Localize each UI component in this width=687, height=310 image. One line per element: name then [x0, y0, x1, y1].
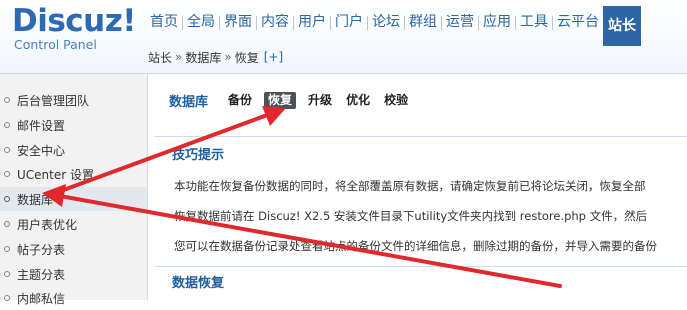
- sidebar-item-label: 数据库: [17, 192, 54, 207]
- nav-separator: [182, 15, 183, 30]
- section-divider: [155, 266, 687, 267]
- tip-item: 恢复数据前请在 Discuz! X2.5 安装文件目录下utility文件夹内找…: [174, 208, 687, 224]
- sidebar-item-admin-team[interactable]: 后台管理团队: [0, 88, 147, 112]
- restore-section-title: 数据恢复: [172, 276, 225, 291]
- top-nav: 首页 全局 界面 内容 用户 门户 论坛 群组 运营 应用 工具 云平台 站长: [148, 6, 641, 46]
- nav-item-content[interactable]: 内容: [259, 6, 291, 39]
- add-to-favorites-link[interactable]: [+]: [264, 50, 283, 64]
- tab-upgrade[interactable]: 升级: [306, 92, 334, 109]
- breadcrumb-item-database[interactable]: 数据库: [185, 49, 221, 66]
- main-content: 数据库 备份 恢复 升级 优化 校验 技巧提示 本功能在恢复备份数据的同时，将全…: [148, 74, 687, 300]
- nav-separator: [219, 15, 220, 30]
- nav-separator: [515, 15, 516, 30]
- sidebar-item-label: UCenter 设置: [17, 167, 94, 182]
- sidebar-item-thread-split[interactable]: 主题分表: [0, 262, 147, 286]
- database-tabs: 数据库 备份 恢复 升级 优化 校验: [148, 88, 420, 112]
- nav-separator: [330, 15, 331, 30]
- bullet-icon: [4, 122, 10, 128]
- bullet-icon: [4, 171, 10, 177]
- breadcrumb-separator: »: [175, 50, 183, 64]
- nav-separator: [367, 15, 368, 30]
- nav-item-interface[interactable]: 界面: [222, 6, 254, 39]
- bullet-icon: [4, 196, 10, 202]
- sidebar-item-label: 内邮私信: [17, 291, 66, 306]
- nav-separator: [441, 15, 442, 30]
- sidebar-item-label: 后台管理团队: [17, 93, 90, 108]
- sidebar-item-label: 主题分表: [17, 267, 66, 282]
- nav-item-users[interactable]: 用户: [296, 6, 328, 39]
- breadcrumb-item-restore: 恢复: [234, 50, 259, 65]
- sidebar-item-ucenter-settings[interactable]: UCenter 设置: [0, 162, 147, 186]
- sidebar-item-post-split[interactable]: 帖子分表: [0, 237, 147, 261]
- nav-item-portal[interactable]: 门户: [333, 6, 365, 39]
- sidebar-item-security-center[interactable]: 安全中心: [0, 138, 147, 162]
- sidebar-item-private-messages[interactable]: 内邮私信: [0, 286, 147, 310]
- bullet-icon: [4, 97, 10, 103]
- sidebar-item-mail-settings[interactable]: 邮件设置: [0, 113, 147, 137]
- nav-separator: [293, 15, 294, 30]
- bullet-icon: [4, 295, 10, 301]
- sidebar-item-label: 邮件设置: [17, 118, 66, 133]
- sidebar-item-database[interactable]: 数据库: [0, 187, 147, 211]
- sidebar-item-user-table-optimize[interactable]: 用户表优化: [0, 212, 147, 236]
- tab-backup[interactable]: 备份: [226, 92, 254, 109]
- nav-separator: [256, 15, 257, 30]
- nav-separator: [478, 15, 479, 30]
- sidebar: 后台管理团队 邮件设置 安全中心 UCenter 设置 数据库 用户表优化 帖子…: [0, 74, 148, 306]
- nav-separator: [404, 15, 405, 30]
- page-title: 数据库: [169, 94, 209, 110]
- logo-title: Discuz!: [12, 3, 136, 39]
- tip-text: 本功能在恢复备份数据的同时，将全部覆盖原有数据，请确定恢复前已将论坛关闭，恢复全…: [174, 179, 646, 193]
- breadcrumb-separator: »: [224, 50, 232, 64]
- nav-item-home[interactable]: 首页: [148, 6, 180, 39]
- nav-item-apps[interactable]: 应用: [481, 6, 513, 39]
- tab-restore[interactable]: 恢复: [264, 91, 297, 109]
- bullet-icon: [4, 221, 10, 227]
- bullet-icon: [4, 147, 10, 153]
- tip-text: 您可以在数据备份记录处查看站点的备份文件的详细信息，删除过期的备份，并导入需要的…: [174, 239, 657, 253]
- nav-item-cloud[interactable]: 云平台: [555, 6, 601, 39]
- logo-subtitle: Control Panel: [14, 37, 97, 52]
- nav-item-operations[interactable]: 运营: [444, 6, 476, 39]
- tip-item: 您可以在数据备份记录处查看站点的备份文件的详细信息，删除过期的备份，并导入需要的…: [174, 238, 687, 254]
- nav-item-groups[interactable]: 群组: [407, 6, 439, 39]
- nav-item-webmaster[interactable]: 站长: [603, 6, 641, 46]
- nav-separator: [552, 15, 553, 30]
- nav-item-forum[interactable]: 论坛: [370, 6, 402, 39]
- sidebar-item-label: 用户表优化: [17, 217, 78, 232]
- nav-item-global[interactable]: 全局: [185, 6, 217, 39]
- sidebar-item-label: 安全中心: [17, 143, 66, 158]
- nav-item-tools[interactable]: 工具: [518, 6, 550, 39]
- tip-text: 恢复数据前请在 Discuz! X2.5 安装文件目录下utility文件夹内找…: [174, 209, 648, 223]
- tip-item: 本功能在恢复备份数据的同时，将全部覆盖原有数据，请确定恢复前已将论坛关闭，恢复全…: [174, 178, 687, 194]
- sidebar-item-label: 帖子分表: [17, 242, 66, 257]
- breadcrumb: 站长 » 数据库 » 恢复 [+]: [148, 41, 687, 73]
- discuz-logo[interactable]: Discuz! Control Panel: [12, 3, 136, 52]
- tab-optimize[interactable]: 优化: [344, 92, 372, 109]
- tips-title: 技巧提示: [172, 148, 225, 163]
- bullet-icon: [4, 246, 10, 252]
- tab-check[interactable]: 校验: [382, 92, 410, 109]
- breadcrumb-item-webmaster[interactable]: 站长: [148, 49, 172, 66]
- bullet-icon: [4, 271, 10, 277]
- section-divider: [155, 136, 687, 137]
